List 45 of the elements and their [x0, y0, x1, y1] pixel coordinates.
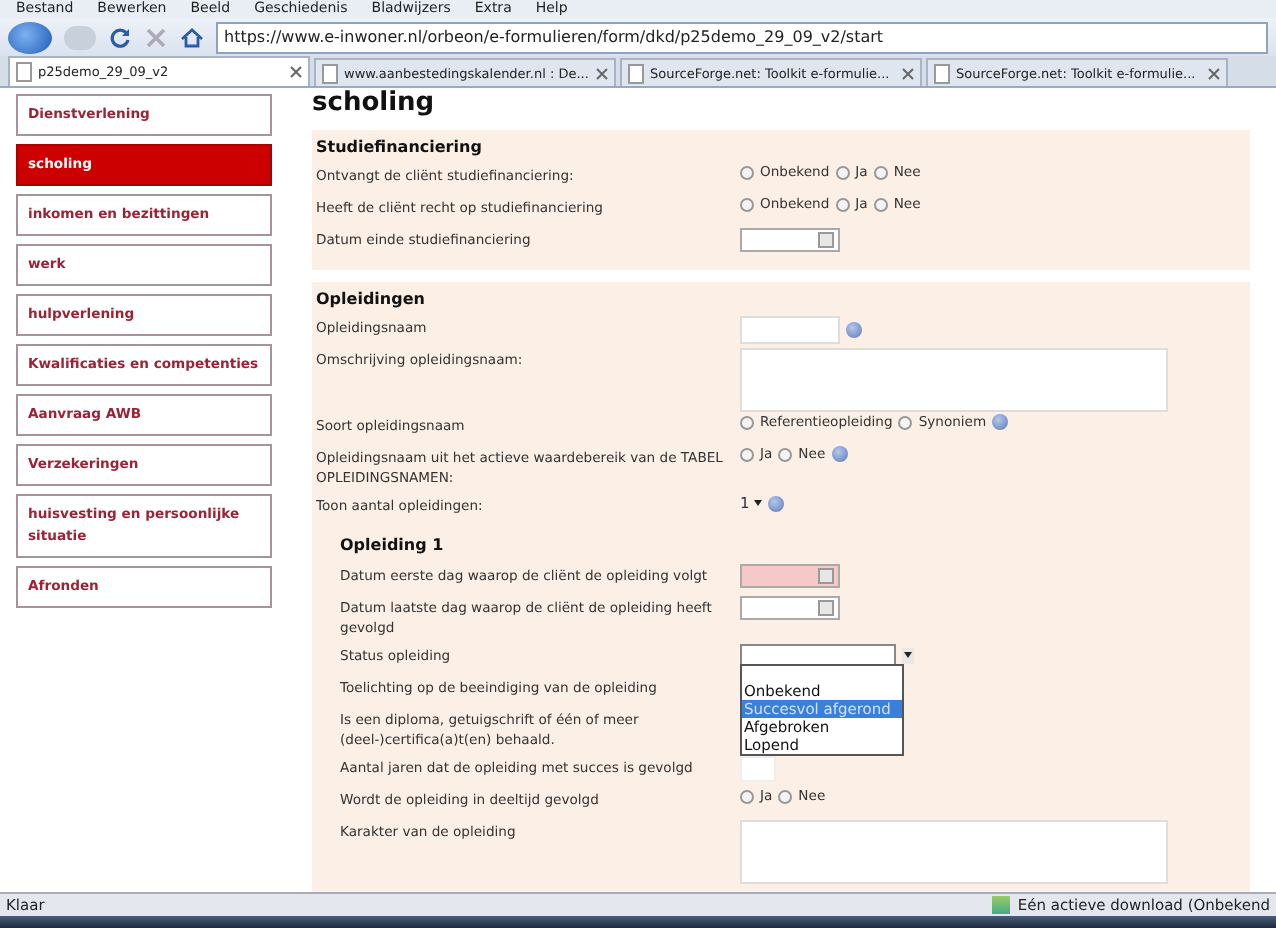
dropdown-button[interactable]: [902, 647, 914, 663]
help-icon[interactable]: [767, 495, 784, 511]
radio-button[interactable]: [740, 165, 754, 179]
date-field[interactable]: [740, 564, 840, 588]
close-icon[interactable]: [902, 67, 914, 79]
radio-button[interactable]: [740, 415, 754, 429]
section-title: Studiefinanciering: [316, 138, 484, 156]
help-icon[interactable]: [831, 446, 848, 462]
radio-button[interactable]: [778, 789, 793, 803]
page-icon: [628, 63, 644, 83]
reload-icon[interactable]: [108, 25, 132, 49]
radio-button[interactable]: [873, 165, 888, 179]
calendar-icon[interactable]: [818, 232, 834, 248]
input-field[interactable]: [740, 756, 776, 782]
home-icon[interactable]: [180, 25, 204, 49]
subsection-title: Opleiding 1: [340, 536, 446, 554]
radio-button[interactable]: [740, 789, 754, 803]
close-icon[interactable]: [596, 67, 608, 79]
close-icon[interactable]: [290, 66, 302, 78]
text-area[interactable]: [740, 820, 1168, 884]
input-field[interactable]: [740, 316, 840, 344]
status-select[interactable]: [740, 644, 896, 666]
section-title: Opleidingen: [316, 290, 427, 308]
radio-button[interactable]: [740, 197, 754, 211]
close-icon[interactable]: [1208, 67, 1220, 79]
radio-button[interactable]: [835, 197, 850, 211]
page-title: scholing: [312, 88, 437, 120]
help-icon[interactable]: [992, 414, 1009, 430]
radio-button[interactable]: [873, 197, 888, 211]
forward-button[interactable]: [64, 25, 96, 49]
radio-button[interactable]: [898, 415, 913, 429]
radio-button[interactable]: [835, 165, 850, 179]
stop-icon[interactable]: [144, 25, 168, 49]
radio-button[interactable]: [778, 447, 793, 461]
address-bar[interactable]: https://www.e-inwoner.nl/orbeon/e-formulieren/form/dkd/p25demo_29_09_v2/start: [216, 21, 1268, 53]
date-field[interactable]: [740, 228, 840, 252]
page-icon: [934, 63, 950, 83]
page-icon: [322, 63, 338, 83]
page-icon: [16, 62, 32, 82]
radio-button[interactable]: [740, 447, 754, 461]
date-field[interactable]: [740, 596, 840, 620]
back-button[interactable]: [8, 21, 52, 53]
text-area[interactable]: [740, 348, 1168, 412]
download-icon: [991, 896, 1010, 914]
help-icon[interactable]: [846, 322, 862, 338]
